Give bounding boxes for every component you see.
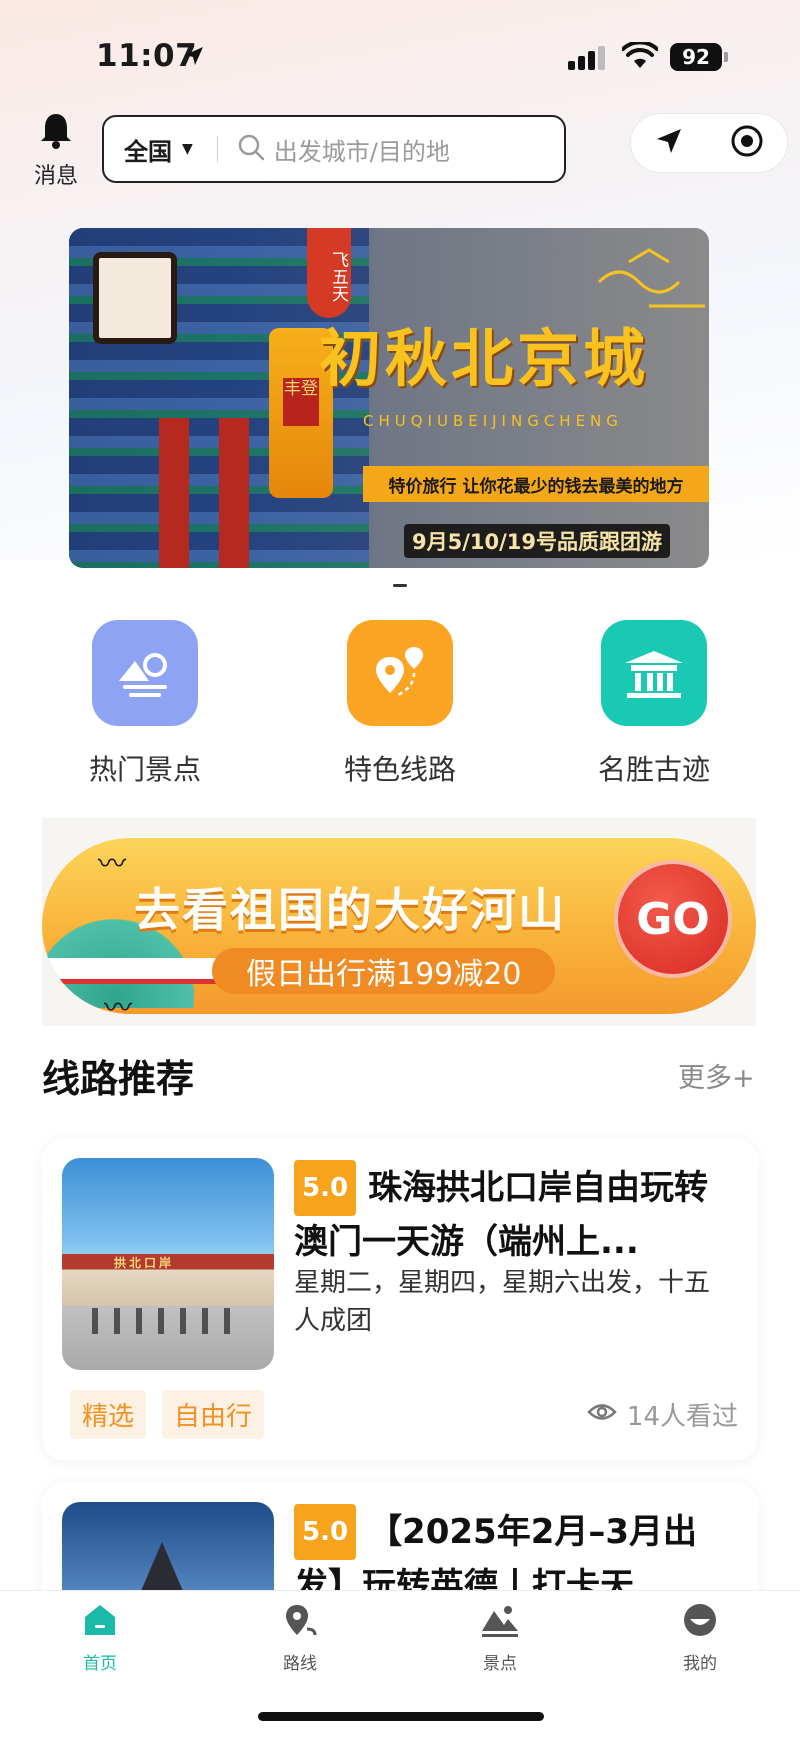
carousel-indicator	[393, 584, 407, 587]
location-arrow-icon	[182, 44, 206, 72]
region-selector[interactable]: 全国	[124, 132, 172, 167]
tab-label: 路线	[283, 1654, 317, 1674]
tab-label: 景点	[483, 1654, 517, 1674]
profile-icon	[681, 1604, 719, 1643]
tab-label: 首页	[83, 1654, 117, 1674]
status-bar: 11:07 92	[0, 0, 800, 110]
search-divider	[216, 136, 218, 162]
battery-indicator: 92	[670, 43, 722, 71]
category-label: 特色线路	[343, 753, 456, 786]
view-count-text: 14人看过	[626, 1402, 738, 1432]
search-icon	[236, 132, 266, 166]
view-count: 14人看过	[587, 1396, 738, 1433]
swallow-icon: 〰	[98, 847, 127, 880]
category-label: 热门景点	[88, 753, 201, 786]
route-image: 拱北口岸	[62, 1158, 274, 1370]
section-title: 线路推荐	[42, 1057, 195, 1101]
banner-ribbon: 飞五天	[307, 228, 351, 318]
route-icon	[281, 1605, 319, 1643]
tab-scenery[interactable]: 景点	[440, 1601, 560, 1674]
route-tag: 自由行	[162, 1390, 265, 1439]
tab-routes[interactable]: 路线	[240, 1601, 360, 1674]
temple-icon	[601, 620, 707, 726]
route-title: 5.0 珠海拱北口岸自由玩转澳门一天游（端州上...	[294, 1160, 736, 1268]
image-people	[92, 1308, 242, 1334]
wifi-icon	[621, 40, 659, 74]
messages-label: 消息	[33, 164, 78, 189]
cloud-deco-icon	[597, 248, 705, 308]
banner-pillar	[159, 418, 189, 568]
home-icon	[81, 1605, 119, 1643]
promo-go-button[interactable]: GO	[614, 860, 732, 978]
home-indicator	[258, 1712, 544, 1721]
battery-cap	[724, 52, 728, 62]
rating-badge: 5.0	[294, 1160, 357, 1216]
promo-title: 去看祖国的大好河山	[134, 883, 566, 937]
category-hot-spots[interactable]: 热门景点	[55, 620, 235, 788]
route-title-text: 珠海拱北口岸自由玩转澳门一天游（端州上...	[294, 1168, 709, 1262]
banner-lantern-icon	[93, 252, 177, 344]
scenery-icon	[480, 1606, 520, 1643]
promo-train-icon	[48, 958, 228, 984]
bell-icon	[36, 114, 76, 154]
banner-lantern-text: 丰登	[283, 378, 319, 426]
route-tag: 精选	[70, 1390, 147, 1439]
tab-label: 我的	[683, 1654, 717, 1674]
eye-icon	[587, 1400, 617, 1430]
route-card[interactable]: 拱北口岸 5.0 珠海拱北口岸自由玩转澳门一天游（端州上... 星期二，星期四，星…	[42, 1138, 758, 1460]
banner-date: 9月5/10/19号品质跟团游	[404, 524, 671, 558]
promo-subtitle: 假日出行满199减20	[212, 948, 556, 994]
caret-down-icon: ▼	[182, 141, 193, 157]
category-featured-routes[interactable]: 特色线路	[310, 620, 490, 788]
mountain-sun-icon	[92, 620, 198, 726]
more-link[interactable]: 更多+	[678, 1056, 755, 1095]
image-building-sign: 拱北口岸	[114, 1256, 175, 1270]
swallow-icon: 〰	[104, 991, 133, 1024]
tab-home[interactable]: 首页	[40, 1601, 160, 1674]
route-pin-icon	[347, 620, 453, 726]
category-historic-sites[interactable]: 名胜古迹	[564, 620, 744, 788]
cellular-signal-icon	[568, 44, 605, 70]
banner-carousel[interactable]: 丰登 飞五天 初秋北京城 CHUQIUBEIJINGCHENG 特价旅行 让你花…	[69, 228, 709, 568]
tab-profile[interactable]: 我的	[640, 1601, 760, 1674]
banner-pinyin: CHUQIUBEIJINGCHENG	[363, 412, 623, 430]
miniprogram-capsule	[630, 113, 788, 173]
navigation-arrow-icon[interactable]	[654, 126, 684, 160]
banner-title: 初秋北京城	[319, 322, 650, 395]
search-bar[interactable]: 全国 ▼ 出发城市/目的地	[102, 115, 566, 183]
promo-banner[interactable]: 去看祖国的大好河山 假日出行满199减20 GO 〰 〰	[42, 818, 756, 1026]
category-label: 名胜古迹	[597, 753, 710, 786]
messages-button[interactable]: 消息	[28, 110, 84, 190]
route-tags: 精选 自由行	[70, 1390, 265, 1439]
record-target-icon[interactable]	[730, 124, 764, 162]
route-description: 星期二，星期四，星期六出发，十五人成团	[294, 1268, 711, 1336]
banner-slogan: 特价旅行 让你花最少的钱去最美的地方	[363, 466, 709, 502]
search-input[interactable]: 出发城市/目的地	[274, 132, 450, 167]
rating-badge: 5.0	[294, 1504, 357, 1560]
banner-pillar	[219, 418, 249, 568]
